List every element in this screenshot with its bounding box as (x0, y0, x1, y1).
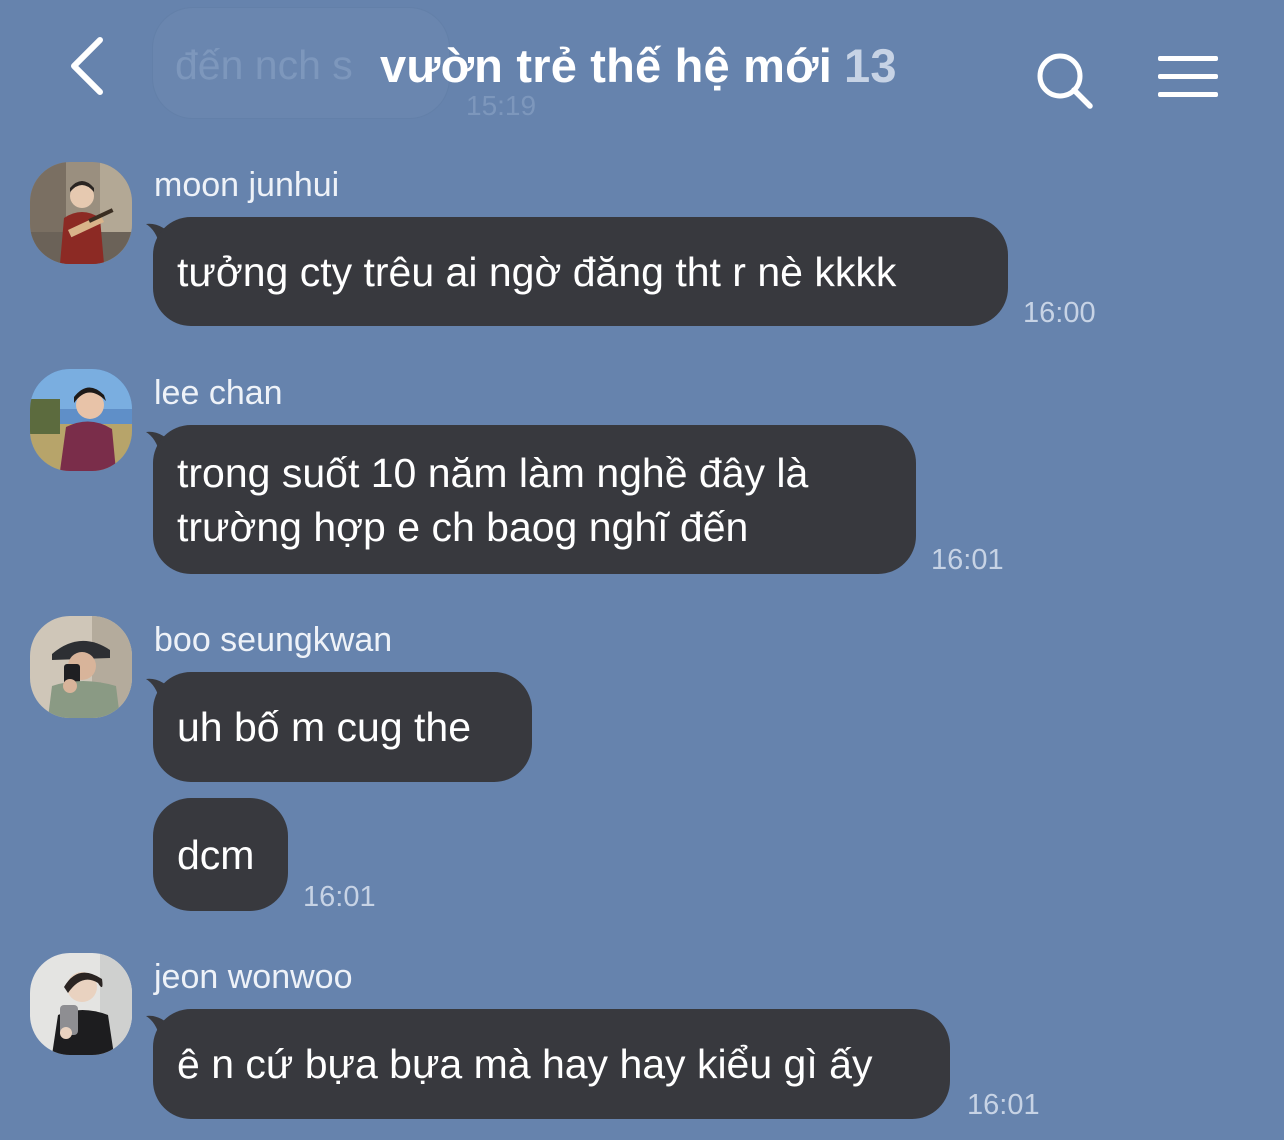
message-time: 16:00 (1023, 297, 1096, 329)
avatar[interactable] (30, 953, 132, 1055)
search-icon (1037, 53, 1093, 109)
back-button[interactable] (60, 32, 120, 100)
sender-name: lee chan (154, 374, 283, 412)
message-bubble[interactable]: trong suốt 10 năm làm nghề đây là trường… (153, 425, 916, 574)
chat-title[interactable]: vườn trẻ thế hệ mới 13 (380, 38, 897, 93)
sender-name: moon junhui (154, 166, 340, 204)
message-bubble[interactable]: tưởng cty trêu ai ngờ đăng tht r nè kkkk (153, 217, 1008, 326)
hamburger-menu-icon (1158, 74, 1218, 79)
message-bubble[interactable]: uh bố m cug the (153, 672, 532, 782)
avatar[interactable] (30, 616, 132, 718)
hamburger-menu-icon (1158, 56, 1218, 61)
menu-button[interactable] (1156, 54, 1220, 100)
sender-name: jeon wonwoo (154, 958, 353, 996)
avatar[interactable] (30, 162, 132, 264)
chat-header: vườn trẻ thế hệ mới 13 (0, 0, 1284, 140)
avatar[interactable] (30, 369, 132, 471)
message-bubble[interactable]: dcm (153, 798, 288, 911)
message-time: 16:01 (303, 881, 376, 913)
sender-name: boo seungkwan (154, 621, 393, 659)
chevron-left-icon (71, 37, 103, 95)
message-time: 16:01 (931, 544, 1004, 576)
chat-name: vườn trẻ thế hệ mới (380, 39, 833, 92)
member-count: 13 (844, 39, 897, 92)
search-button[interactable] (1034, 50, 1096, 112)
message-bubble[interactable]: ê n cứ bựa bựa mà hay hay kiểu gì ấy (153, 1009, 950, 1119)
message-time: 16:01 (967, 1089, 1040, 1121)
hamburger-menu-icon (1158, 92, 1218, 97)
